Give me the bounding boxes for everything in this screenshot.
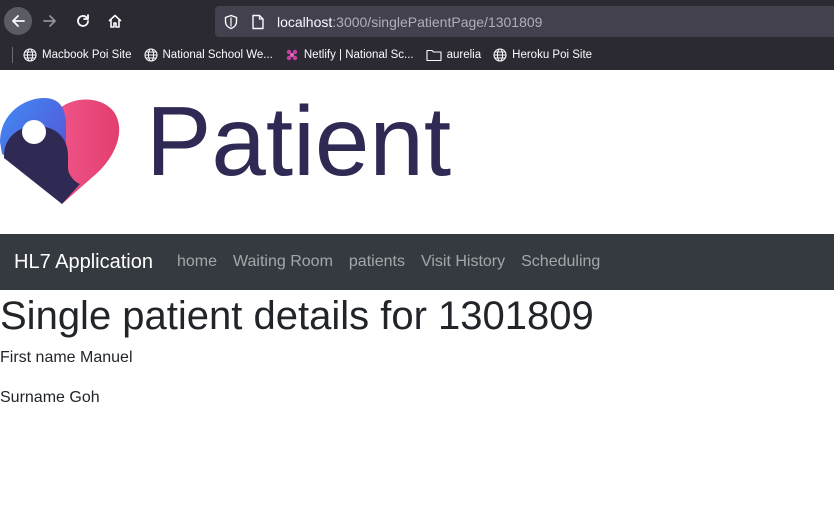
page-icon[interactable] bbox=[251, 14, 265, 30]
browser-chrome: localhost:3000/singlePatientPage/1301809… bbox=[0, 0, 834, 70]
bookmark-item[interactable]: Netlify | National Sc... bbox=[285, 48, 414, 62]
bookmark-item[interactable]: National School We... bbox=[143, 48, 273, 62]
folder-icon bbox=[426, 49, 442, 62]
bookmarks-divider bbox=[12, 47, 13, 63]
forward-button[interactable] bbox=[36, 7, 64, 35]
nav-link-visit-history[interactable]: Visit History bbox=[421, 253, 505, 271]
page-title: Single patient details for 1301809 bbox=[0, 294, 594, 338]
bookmark-label: Heroku Poi Site bbox=[512, 49, 593, 61]
reload-icon bbox=[77, 14, 89, 27]
globe-icon bbox=[493, 48, 507, 62]
url-host: localhost bbox=[277, 13, 333, 30]
shield-icon[interactable] bbox=[223, 14, 239, 30]
home-button[interactable] bbox=[101, 7, 129, 35]
globe-icon bbox=[143, 48, 158, 62]
globe-icon bbox=[23, 48, 37, 62]
bookmark-item[interactable]: Heroku Poi Site bbox=[493, 48, 592, 62]
patient-logo-icon bbox=[0, 98, 120, 204]
arrow-left-icon bbox=[12, 15, 25, 27]
home-icon bbox=[108, 14, 122, 28]
nav-link-patients[interactable]: patients bbox=[349, 253, 405, 271]
surname-line: Surname Goh bbox=[0, 389, 100, 406]
navbar-brand[interactable]: HL7 Application bbox=[14, 251, 153, 274]
browser-toolbar: localhost:3000/singlePatientPage/1301809 bbox=[0, 3, 834, 39]
reload-button[interactable] bbox=[69, 7, 97, 35]
bookmark-label: National School We... bbox=[162, 49, 273, 61]
url-bar[interactable]: localhost:3000/singlePatientPage/1301809 bbox=[215, 6, 834, 37]
logo-wordmark: Patient bbox=[146, 86, 452, 196]
nav-link-home[interactable]: home bbox=[177, 253, 217, 271]
bookmark-label: aurelia bbox=[446, 49, 482, 61]
bookmarks-bar: Macbook Poi Site National School We... N… bbox=[0, 42, 834, 68]
url-text[interactable]: localhost:3000/singlePatientPage/1301809 bbox=[277, 14, 542, 30]
back-button[interactable] bbox=[4, 7, 32, 35]
bookmark-folder[interactable]: aurelia bbox=[426, 48, 482, 62]
url-path: :3000/singlePatientPage/1301809 bbox=[332, 13, 543, 30]
arrow-right-icon bbox=[43, 15, 56, 27]
nav-links: home Waiting Room patients Visit History… bbox=[177, 253, 616, 271]
bookmark-item[interactable]: Macbook Poi Site bbox=[23, 48, 132, 62]
netlify-icon bbox=[286, 49, 298, 61]
app-navbar: HL7 Application home Waiting Room patien… bbox=[0, 234, 834, 290]
first-name-line: First name Manuel bbox=[0, 349, 133, 366]
bookmark-label: Macbook Poi Site bbox=[42, 49, 132, 61]
bookmark-label: Netlify | National Sc... bbox=[303, 49, 414, 61]
nav-link-scheduling[interactable]: Scheduling bbox=[521, 253, 600, 271]
nav-link-waiting-room[interactable]: Waiting Room bbox=[233, 253, 333, 271]
